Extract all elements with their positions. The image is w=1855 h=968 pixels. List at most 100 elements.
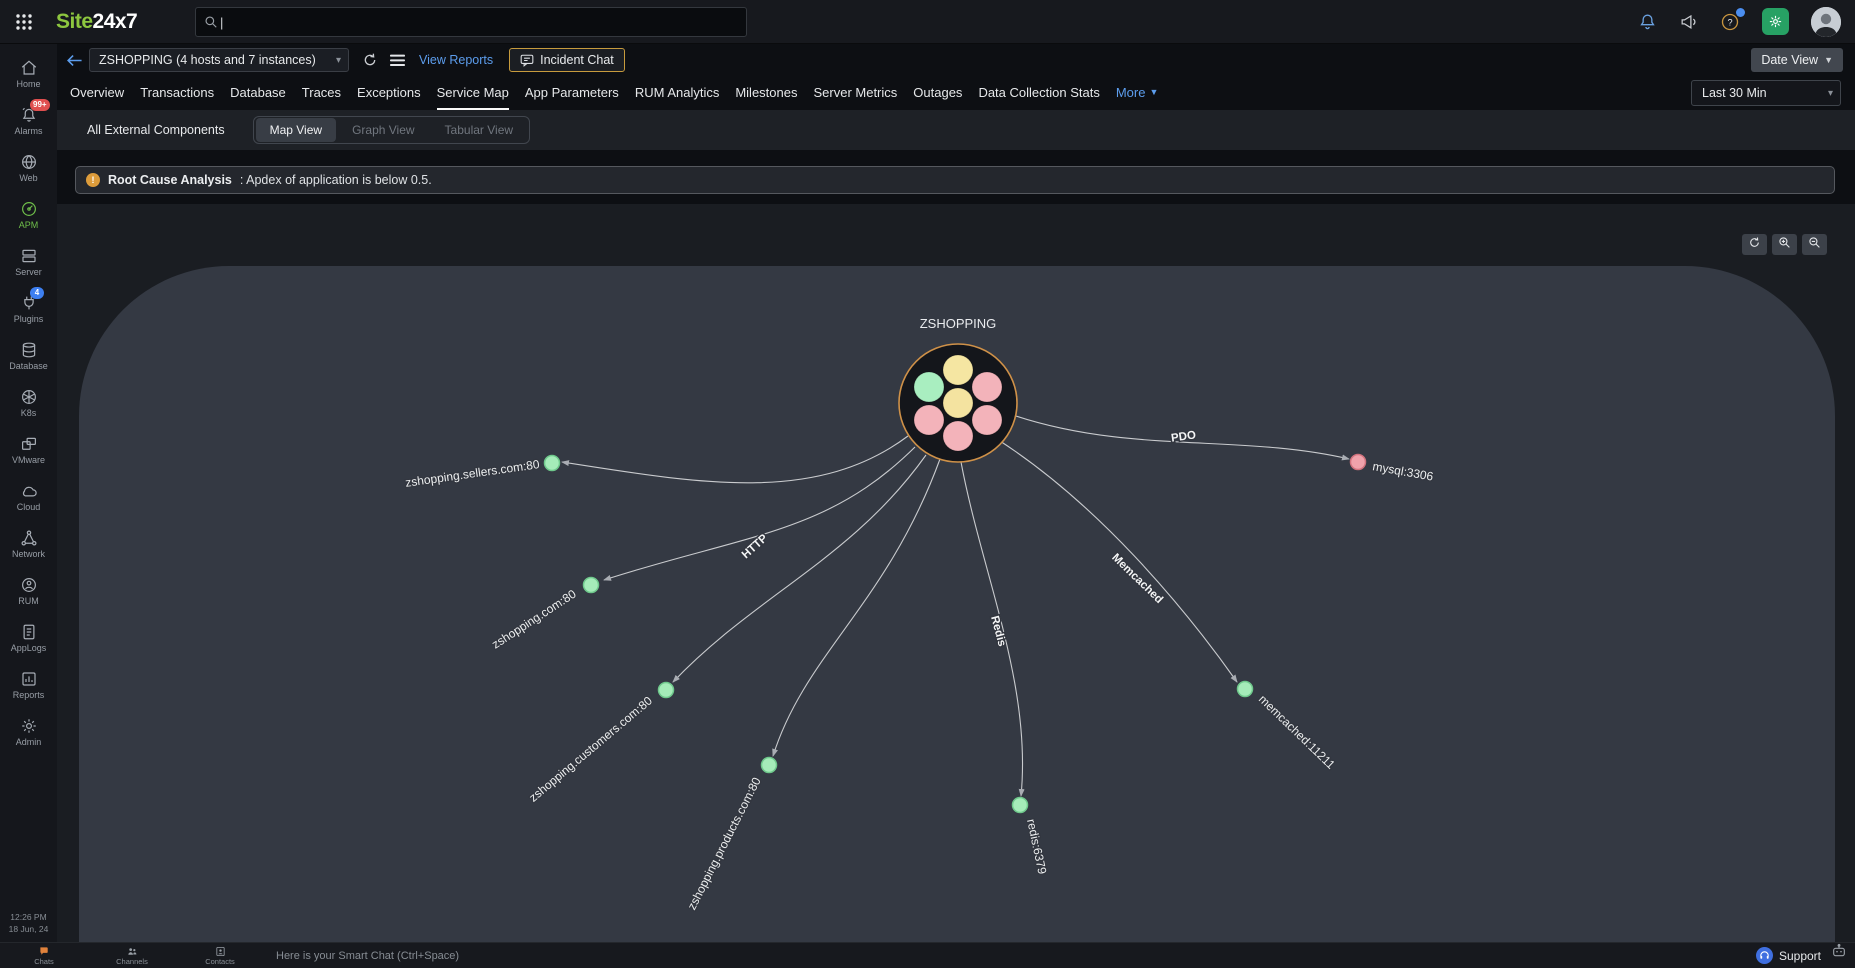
date-view-button[interactable]: Date View ▼ xyxy=(1751,48,1843,72)
view-tabular-view[interactable]: Tabular View xyxy=(431,118,527,142)
tab-transactions[interactable]: Transactions xyxy=(140,76,214,110)
tab-service-map[interactable]: Service Map xyxy=(436,76,509,110)
component-label-zshopping: zshopping.com:80 xyxy=(489,587,579,652)
tab-data-collection-stats[interactable]: Data Collection Stats xyxy=(978,76,1099,110)
chat-bubble-icon xyxy=(520,54,534,67)
time-range-dropdown[interactable]: Last 30 Min ▾ xyxy=(1691,80,1841,106)
sidebar-item-web[interactable]: Web xyxy=(0,144,57,191)
sidebar-item-server[interactable]: Server xyxy=(0,238,57,285)
sidebar-item-reports[interactable]: Reports xyxy=(0,661,57,708)
svg-text:?: ? xyxy=(1727,17,1732,27)
tab-app-parameters[interactable]: App Parameters xyxy=(525,76,619,110)
component-node-memcached[interactable] xyxy=(1236,680,1254,698)
bell-icon xyxy=(1640,14,1655,30)
edge-to-products[interactable] xyxy=(772,458,941,757)
notifications-button[interactable] xyxy=(1638,12,1657,31)
zoho-apps-button[interactable] xyxy=(1762,8,1789,35)
back-button[interactable] xyxy=(63,49,85,71)
sidebar-item-applogs[interactable]: AppLogs xyxy=(0,614,57,661)
search-input[interactable] xyxy=(229,14,738,30)
help-button[interactable]: ? xyxy=(1720,7,1745,32)
application-node-zshopping[interactable] xyxy=(898,343,1018,463)
component-node-sellers[interactable] xyxy=(543,454,561,472)
warning-icon: ! xyxy=(86,173,100,187)
edge-to-customers[interactable] xyxy=(672,454,927,683)
sidebar-item-label: Admin xyxy=(15,736,42,747)
time-range-label: Last 30 Min xyxy=(1702,86,1767,100)
instance-dot xyxy=(942,387,974,419)
server-icon xyxy=(21,249,36,262)
sidebar-item-home[interactable]: Home xyxy=(0,50,57,97)
chevron-down-icon: ▼ xyxy=(1824,55,1833,65)
site24x7-logo[interactable]: Site24x7 xyxy=(56,10,138,34)
component-node-zshopping[interactable] xyxy=(582,576,600,594)
root-cause-banner[interactable]: ! Root Cause Analysis : Apdex of applica… xyxy=(75,166,1835,194)
tab-outages[interactable]: Outages xyxy=(913,76,962,110)
component-node-mysql[interactable] xyxy=(1349,453,1367,471)
reset-zoom-button[interactable] xyxy=(1742,234,1767,255)
instance-dot xyxy=(913,404,945,436)
component-label-customers: zshopping.customers.com:80 xyxy=(526,693,655,804)
component-node-redis[interactable] xyxy=(1011,796,1029,814)
tab-database[interactable]: Database xyxy=(230,76,286,110)
view-reports-link[interactable]: View Reports xyxy=(419,53,493,67)
k8s-icon xyxy=(21,389,36,404)
edge-to-zshopping[interactable] xyxy=(603,446,916,581)
tab-server-metrics[interactable]: Server Metrics xyxy=(813,76,897,110)
monitor-selector-dropdown[interactable]: ZSHOPPING (4 hosts and 7 instances) ▾ xyxy=(89,48,349,72)
assistant-bot-icon[interactable] xyxy=(1831,943,1847,964)
home-icon xyxy=(21,59,36,75)
sidebar-item-k8s[interactable]: K8s xyxy=(0,379,57,426)
sidebar-item-plugins[interactable]: Plugins 4 xyxy=(0,285,57,332)
contacts-icon xyxy=(215,946,225,956)
view-map-view[interactable]: Map View xyxy=(255,118,337,142)
sidebar-item-network[interactable]: Network xyxy=(0,520,57,567)
zoom-in-button[interactable] xyxy=(1772,234,1797,255)
rca-message: : Apdex of application is below 0.5. xyxy=(239,173,432,187)
sidebar-item-vmware[interactable]: VMware xyxy=(0,426,57,473)
service-map-canvas[interactable]: HTTPRedisMemcachedPDOzshopping.sellers.c… xyxy=(57,204,1855,942)
sidebar-item-label: APM xyxy=(18,219,39,230)
incident-chat-button[interactable]: Incident Chat xyxy=(509,48,625,72)
global-search[interactable]: | xyxy=(195,7,747,37)
reset-zoom-icon xyxy=(1748,236,1761,254)
tab-overview[interactable]: Overview xyxy=(70,76,124,110)
tab-exceptions[interactable]: Exceptions xyxy=(357,76,421,110)
sidebar-badge: 99+ xyxy=(30,99,50,111)
tab-rum-analytics[interactable]: RUM Analytics xyxy=(635,76,720,110)
list-menu-button[interactable] xyxy=(385,48,409,72)
component-label-memcached: memcached:11211 xyxy=(1256,692,1338,772)
app-launcher-grid-icon[interactable] xyxy=(4,0,44,44)
bottombar-item-label: Contacts xyxy=(205,956,235,966)
smart-chat-hint[interactable]: Here is your Smart Chat (Ctrl+Space) xyxy=(276,950,459,962)
component-node-products[interactable] xyxy=(760,756,778,774)
user-avatar[interactable] xyxy=(1811,6,1841,37)
sidebar-item-cloud[interactable]: Cloud xyxy=(0,473,57,520)
clock-date: 18 Jun, 24 xyxy=(8,924,49,935)
bottombar-item-label: Channels xyxy=(116,956,148,966)
sidebar-item-apm[interactable]: APM xyxy=(0,191,57,238)
component-node-customers[interactable] xyxy=(657,681,675,699)
tab-milestones[interactable]: Milestones xyxy=(735,76,797,110)
zoom-out-button[interactable] xyxy=(1802,234,1827,255)
tab-traces[interactable]: Traces xyxy=(302,76,341,110)
sidebar-item-database[interactable]: Database xyxy=(0,332,57,379)
announcements-button[interactable] xyxy=(1679,12,1698,31)
view-graph-view[interactable]: Graph View xyxy=(338,118,428,142)
edge-to-sellers[interactable] xyxy=(561,435,909,484)
left-sidebar: Home Alarms 99+ Web APM Server Plugins 4 Databas… xyxy=(0,44,57,942)
sidebar-item-label: Cloud xyxy=(16,501,41,512)
bottombar-item-chats[interactable]: Chats xyxy=(0,943,88,968)
sidebar-item-alarms[interactable]: Alarms 99+ xyxy=(0,97,57,144)
refresh-button[interactable] xyxy=(358,48,382,72)
bottombar-item-contacts[interactable]: Contacts xyxy=(176,943,264,968)
sidebar-items: Home Alarms 99+ Web APM Server Plugins 4 Databas… xyxy=(0,50,57,755)
sidebar-item-label: Server xyxy=(15,266,42,277)
vmware-icon xyxy=(21,437,36,450)
sidebar-badge: 4 xyxy=(30,287,44,299)
tab-more[interactable]: More ▼ xyxy=(1116,76,1159,110)
monitor-toolbar: ZSHOPPING (4 hosts and 7 instances) ▾ Vi… xyxy=(57,44,1855,76)
bottombar-item-channels[interactable]: Channels xyxy=(88,943,176,968)
sidebar-item-rum[interactable]: RUM xyxy=(0,567,57,614)
sidebar-item-admin[interactable]: Admin xyxy=(0,708,57,755)
